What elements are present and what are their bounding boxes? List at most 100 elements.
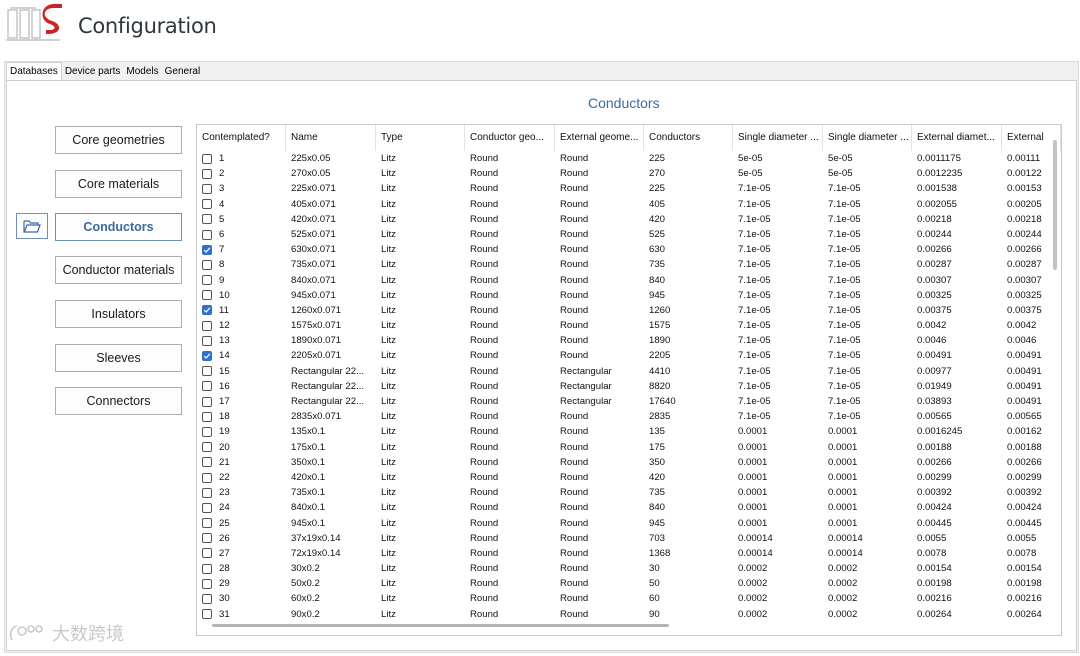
sleeves-button[interactable]: Sleeves [55,344,182,372]
contemplated-checkbox[interactable] [202,229,212,240]
tab-models[interactable]: Models [123,63,162,80]
column-header-conductor-geometry[interactable]: Conductor geo... [465,125,555,151]
vertical-scrollbar[interactable] [1053,140,1057,270]
table-cell: 525 [649,228,666,240]
core-materials-button[interactable]: Core materials [55,170,182,198]
table-cell: 50 [649,578,660,590]
core-geometries-button[interactable]: Core geometries [55,126,182,154]
table-row[interactable]: 19 135x0.1 Litz Round Round 135 0.0001 0.0001 0.… [197,424,1061,439]
insulators-button[interactable]: Insulators [55,300,182,328]
contemplated-checkbox[interactable] [202,457,212,468]
table-row[interactable]: 23 735x0.1 Litz Round Round 735 0.0001 0.0001 0.… [197,485,1061,500]
table-row[interactable]: 17 Rectangular 22... Litz Round Rectangular 1… [197,394,1061,409]
contemplated-checkbox[interactable] [202,290,212,301]
conductors-table[interactable]: Contemplated? Name Type Conductor geo...… [196,124,1062,636]
table-cell: 840x0.1 [291,502,326,514]
table-row[interactable]: 26 37x19x0.14 Litz Round Round 703 0.00014 0.00… [197,531,1061,546]
table-row[interactable]: 1 225x0.05 Litz Round Round 225 5e-05 5e-05 0.00… [197,151,1061,166]
contemplated-checkbox[interactable] [202,275,212,286]
tab-databases[interactable]: Databases [6,62,62,82]
table-cell: Rectangular 22... [291,365,365,377]
table-cell: 0.0001 [828,517,858,529]
table-row[interactable]: 14 2205x0.071 Litz Round Round 2205 7.1e-05 7.1… [197,348,1061,363]
contemplated-checkbox[interactable] [202,259,212,270]
contemplated-checkbox[interactable] [202,578,212,589]
contemplated-checkbox[interactable] [202,183,212,194]
contemplated-checkbox[interactable] [202,518,212,529]
column-header-conductors[interactable]: Conductors [644,125,733,151]
table-row[interactable]: 27 72x19x0.14 Litz Round Round 1368 0.00014 0.0… [197,546,1061,561]
column-header-name[interactable]: Name [286,125,376,151]
table-row[interactable]: 8 735x0.071 Litz Round Round 735 7.1e-05 7.1e-0… [197,257,1061,272]
table-row[interactable]: 13 1890x0.071 Litz Round Round 1890 7.1e-05 7.1… [197,333,1061,348]
contemplated-checkbox[interactable] [202,548,212,559]
contemplated-checkbox[interactable] [202,244,212,255]
table-row[interactable]: 21 350x0.1 Litz Round Round 350 0.0001 0.0001 0.… [197,455,1061,470]
contemplated-checkbox[interactable] [202,426,212,437]
contemplated-checkbox[interactable] [202,335,212,346]
table-row[interactable]: 20 175x0.1 Litz Round Round 175 0.0001 0.0001 0.… [197,440,1061,455]
column-header-contemplated[interactable]: Contemplated? [197,125,286,151]
tab-device-parts[interactable]: Device parts [61,63,124,80]
table-row[interactable]: 11 1260x0.071 Litz Round Round 1260 7.1e-05 7.1… [197,303,1061,318]
table-row[interactable]: 18 2835x0.071 Litz Round Round 2835 7.1e-05 7.1… [197,409,1061,424]
table-row[interactable]: 25 945x0.1 Litz Round Round 945 0.0001 0.0001 0.… [197,516,1061,531]
table-row[interactable]: 9 840x0.071 Litz Round Round 840 7.1e-05 7.1e-0… [197,273,1061,288]
contemplated-checkbox[interactable] [202,563,212,574]
table-row[interactable]: 29 50x0.2 Litz Round Round 50 0.0002 0.0002 0.00… [197,576,1061,591]
column-header-external-diameter[interactable]: External diamet... [912,125,1002,151]
table-row[interactable]: 22 420x0.1 Litz Round Round 420 0.0001 0.0001 0.… [197,470,1061,485]
contemplated-checkbox[interactable] [202,305,212,316]
table-cell: Rectangular 22... [291,396,365,407]
contemplated-checkbox[interactable] [202,609,212,620]
table-cell: 90x0.2 [291,608,320,620]
contemplated-checkbox[interactable] [202,487,212,498]
connectors-button[interactable]: Connectors [55,387,182,415]
table-row[interactable]: 10 945x0.071 Litz Round Round 945 7.1e-05 7.1e-… [197,288,1061,303]
table-row[interactable]: 12 1575x0.071 Litz Round Round 1575 7.1e-05 7.1… [197,318,1061,333]
table-cell: Round [470,259,499,271]
table-row[interactable]: 16 Rectangular 22... Litz Round Rectangular 8… [197,379,1061,394]
table-row[interactable]: 4 405x0.071 Litz Round Round 405 7.1e-05 7.1e-0… [197,197,1061,212]
table-row[interactable]: 24 840x0.1 Litz Round Round 840 0.0001 0.0001 0.… [197,500,1061,515]
contemplated-cell: 7 [197,242,286,257]
conductors-button[interactable]: Conductors [55,213,182,241]
table-row[interactable]: 2 270x0.05 Litz Round Round 270 5e-05 5e-05 0.00… [197,166,1061,181]
table-row[interactable]: 7 630x0.071 Litz Round Round 630 7.1e-05 7.1e-0… [197,242,1061,257]
contemplated-checkbox[interactable] [202,594,212,605]
horizontal-scrollbar[interactable] [212,624,669,627]
table-row[interactable]: 15 Rectangular 22... Litz Round Rectangular 4… [197,364,1061,379]
table-cell: Litz [381,517,396,529]
table-cell: Litz [381,578,396,590]
open-folder-button[interactable] [16,213,48,239]
contemplated-checkbox[interactable] [202,199,212,210]
tab-bar: Databases Device parts Models General [6,62,204,82]
table-row[interactable]: 28 30x0.2 Litz Round Round 30 0.0002 0.0002 0.00… [197,561,1061,576]
contemplated-checkbox[interactable] [202,533,212,544]
contemplated-checkbox[interactable] [202,153,212,164]
contemplated-checkbox[interactable] [202,472,212,483]
table-row[interactable]: 3 225x0.071 Litz Round Round 225 7.1e-05 7.1e-0… [197,181,1061,196]
contemplated-checkbox[interactable] [202,381,212,392]
contemplated-checkbox[interactable] [202,396,212,407]
column-header-external-geometry[interactable]: External geome... [555,125,644,151]
column-header-type[interactable]: Type [376,125,465,151]
table-row[interactable]: 31 90x0.2 Litz Round Round 90 0.0002 0.0002 0.00… [197,607,1061,622]
table-row[interactable]: 6 525x0.071 Litz Round Round 525 7.1e-05 7.1e-0… [197,227,1061,242]
contemplated-checkbox[interactable] [202,366,212,377]
contemplated-checkbox[interactable] [202,411,212,422]
table-cell: 8820 [649,380,671,392]
contemplated-checkbox[interactable] [202,351,212,362]
column-header-single-diameter-2[interactable]: Single diameter ... [823,125,912,151]
contemplated-checkbox[interactable] [202,442,212,453]
conductor-materials-button[interactable]: Conductor materials [55,256,182,284]
column-header-single-diameter-1[interactable]: Single diameter ... [733,125,823,151]
table-row[interactable]: 30 60x0.2 Litz Round Round 60 0.0002 0.0002 0.00… [197,591,1061,606]
contemplated-cell: 23 [197,485,286,500]
contemplated-checkbox[interactable] [202,168,212,179]
contemplated-checkbox[interactable] [202,320,212,331]
contemplated-checkbox[interactable] [202,214,212,225]
contemplated-checkbox[interactable] [202,502,212,513]
tab-general[interactable]: General [161,63,204,80]
table-row[interactable]: 5 420x0.071 Litz Round Round 420 7.1e-05 7.1e-0… [197,212,1061,227]
